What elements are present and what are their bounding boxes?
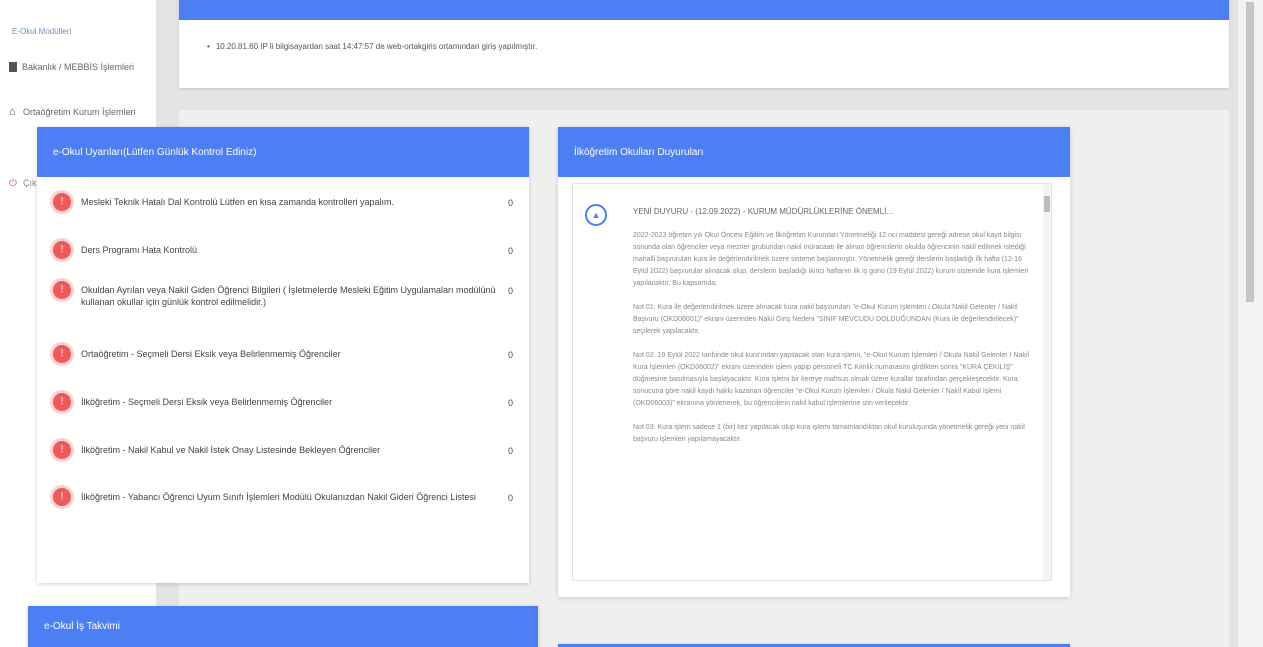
- warning-text: İlköğretim - Yabancı Öğrenci Uyum Sınıfı…: [81, 492, 476, 502]
- warning-count: 0: [507, 246, 513, 256]
- warning-item[interactable]: ! Mesleki Teknik Hatalı Dal Kontrolü Lütf…: [53, 193, 513, 211]
- alert-icon: !: [53, 345, 71, 363]
- sidebar-item-label: Ortaöğretim Kurum İşlemleri: [23, 107, 136, 117]
- announcement-paragraph: Not 01: Kura ile değerlendirilmek üzere …: [633, 304, 1019, 335]
- warning-count: 0: [507, 286, 513, 296]
- warning-text: Ortaöğretim - Seçmeli Dersi Eksik veya B…: [81, 349, 341, 359]
- announcement-paragraph: Not 02: 19 Eylül 2022 tarihinde okul kur…: [633, 352, 1030, 407]
- announcement-paragraph: 2022-2023 öğretim yılı Okul Öncesi Eğiti…: [633, 232, 1029, 287]
- announcements-card: İlköğretim Okulları Duyuruları ▲ YENİ DU…: [558, 127, 1070, 597]
- warning-text: Mesleki Teknik Hatalı Dal Kontrolü Lütfe…: [81, 197, 394, 207]
- warning-text: Okuldan Ayrılan veya Nakil Giden Öğrenci…: [81, 285, 496, 307]
- page-scrollbar-thumb[interactable]: [1246, 2, 1254, 302]
- bell-icon: ▲: [585, 204, 607, 226]
- power-icon: ⏻: [9, 177, 17, 189]
- sidebar-item-ortaogretim[interactable]: ⌂ Ortaöğretim Kurum İşlemleri: [9, 105, 136, 118]
- alert-icon: !: [53, 488, 71, 506]
- announcement-scrollbar[interactable]: [1043, 184, 1051, 580]
- warnings-title: e-Okul Uyarıları(Lütfen Günlük Kontrol E…: [37, 127, 529, 177]
- warning-text: İlköğretim - Nakil Kabul ve Nakil İstek …: [81, 445, 381, 455]
- sidebar-item-mebbis[interactable]: Bakanlık / MEBBİS İşlemleri: [9, 62, 134, 72]
- warnings-card: e-Okul Uyarıları(Lütfen Günlük Kontrol E…: [37, 127, 529, 583]
- sidebar-title: E-Okul Modülleri: [12, 27, 72, 36]
- warning-count: 0: [507, 198, 513, 208]
- warning-item[interactable]: ! İlköğretim - Yabancı Öğrenci Uyum Sınıf…: [53, 488, 513, 506]
- announcement-scroll-area[interactable]: ▲ YENİ DUYURU - (12.09.2022) - KURUM MÜD…: [572, 183, 1052, 581]
- alert-icon: !: [53, 441, 71, 459]
- login-info-header: [179, 0, 1229, 20]
- announcement-paragraph: Not 03: Kura işlem sadece 1 (bir) kez ya…: [633, 424, 1025, 443]
- warning-count: 0: [507, 350, 513, 360]
- announcements-title: İlköğretim Okulları Duyuruları: [558, 127, 1070, 177]
- warning-count: 0: [507, 446, 513, 456]
- alert-icon: !: [53, 193, 71, 211]
- warning-text: İlköğretim - Seçmeli Dersi Eksik veya Be…: [81, 397, 333, 407]
- login-info-card: 10.20.81.60 IP li bilgisayardan saat 14:…: [179, 0, 1229, 88]
- warning-item[interactable]: ! İlköğretim - Nakil Kabul ve Nakil İstek…: [53, 441, 513, 459]
- calendar-card: e-Okul İş Takvimi: [28, 606, 538, 647]
- announcement-heading: YENİ DUYURU - (12.09.2022) - KURUM MÜDÜR…: [633, 207, 894, 216]
- warning-item[interactable]: ! Okuldan Ayrılan veya Nakil Giden Öğrenc…: [53, 281, 513, 308]
- alert-icon: !: [53, 281, 71, 299]
- alert-icon: !: [53, 241, 71, 259]
- page-scrollbar[interactable]: [1238, 0, 1263, 647]
- warning-item[interactable]: ! Ortaöğretim - Seçmeli Dersi Eksik veya …: [53, 345, 513, 363]
- school-icon: ⌂: [9, 105, 16, 118]
- warning-text: Ders Programı Hata Kontrolü: [81, 245, 198, 255]
- warning-count: 0: [507, 398, 513, 408]
- calendar-title: e-Okul İş Takvimi: [28, 606, 538, 647]
- announcement-text: YENİ DUYURU - (12.09.2022) - KURUM MÜDÜR…: [633, 206, 1033, 458]
- warning-count: 0: [507, 493, 513, 503]
- warning-item[interactable]: ! İlköğretim - Seçmeli Dersi Eksik veya B…: [53, 393, 513, 411]
- alert-icon: !: [53, 393, 71, 411]
- warning-item[interactable]: ! Ders Programı Hata Kontrolü 0: [53, 241, 513, 259]
- sidebar-item-label: Bakanlık / MEBBİS İşlemleri: [22, 62, 135, 72]
- login-message: 10.20.81.60 IP li bilgisayardan saat 14:…: [207, 42, 537, 51]
- scrollbar-thumb[interactable]: [1044, 196, 1050, 212]
- book-icon: [9, 62, 17, 72]
